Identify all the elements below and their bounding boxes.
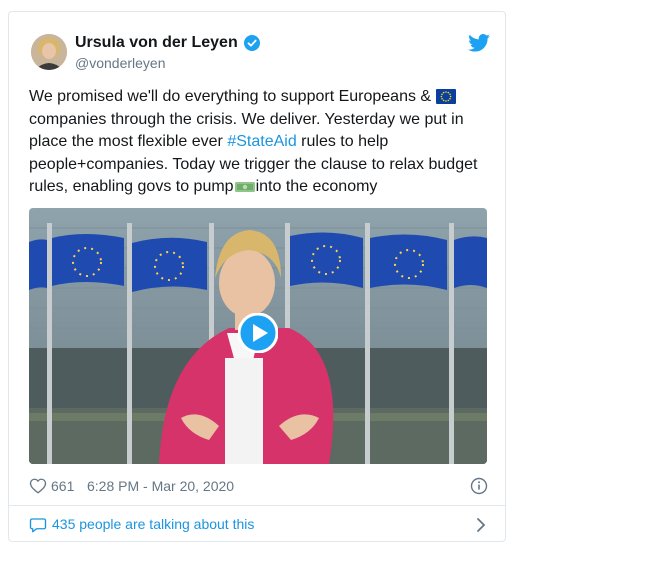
video-player[interactable]: [29, 208, 487, 464]
eu-flag-emoji: [435, 89, 456, 104]
tweet-text-part4: into the economy: [255, 178, 378, 195]
tweet-card: Ursula von der Leyen @vonderleyen We pro…: [8, 11, 506, 542]
heart-icon[interactable]: [29, 477, 47, 495]
tweet-meta: 661 6:28 PM - Mar 20, 2020: [29, 477, 489, 495]
play-icon[interactable]: [238, 313, 278, 353]
chevron-right-icon: [477, 518, 486, 532]
verified-badge-icon: [244, 35, 260, 51]
hashtag-link[interactable]: #StateAid: [227, 133, 296, 150]
tweet-text: We promised we'll do everything to suppo…: [29, 86, 489, 199]
like-count[interactable]: 661: [51, 478, 74, 494]
twitter-bird-icon[interactable]: [468, 34, 490, 52]
conversation-link[interactable]: 435 people are talking about this: [9, 506, 505, 542]
avatar[interactable]: [31, 34, 67, 70]
speech-bubble-icon: [29, 518, 47, 533]
tweet-text-part1: We promised we'll do everything to suppo…: [29, 88, 436, 105]
author-handle[interactable]: @vonderleyen: [75, 55, 166, 71]
money-emoji: [234, 182, 255, 192]
timestamp[interactable]: 6:28 PM - Mar 20, 2020: [87, 478, 234, 494]
info-icon[interactable]: [470, 477, 488, 495]
talking-count: 435 people are talking about this: [52, 516, 255, 532]
author-name[interactable]: Ursula von der Leyen: [75, 34, 238, 52]
